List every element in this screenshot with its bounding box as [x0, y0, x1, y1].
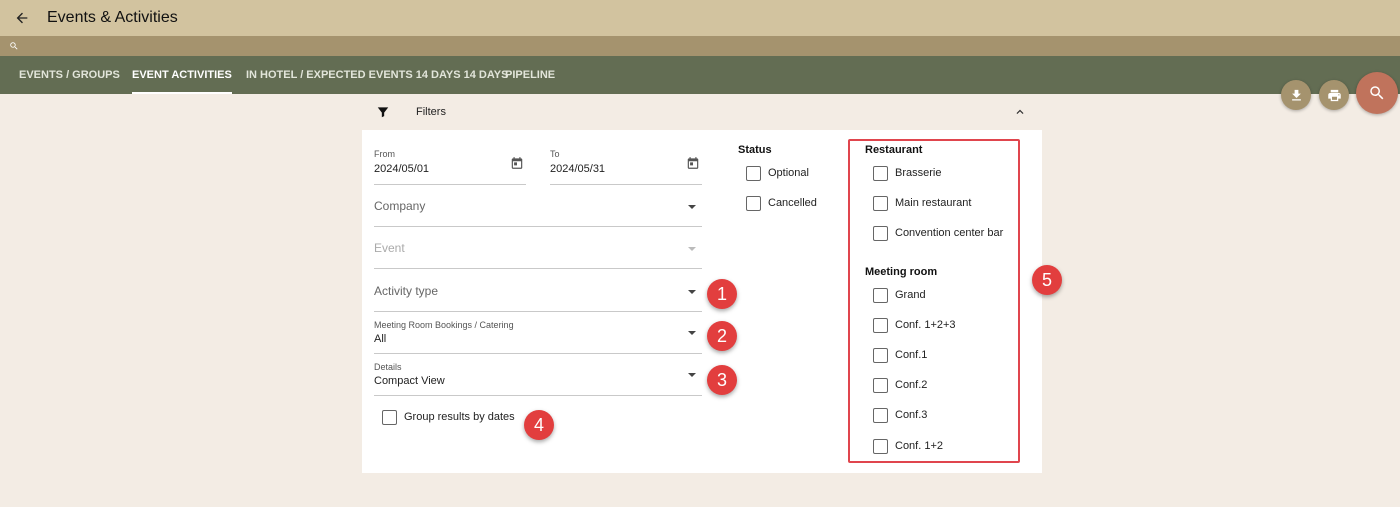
arrow-left-icon	[16, 12, 28, 24]
from-value: 2024/05/01	[374, 163, 430, 175]
optional-checkbox[interactable]	[746, 166, 761, 181]
filter-icon	[376, 105, 390, 119]
print-button[interactable]	[1319, 80, 1349, 110]
search-bar[interactable]	[0, 36, 1400, 56]
tab-in-hotel-expected-events[interactable]: IN HOTEL / EXPECTED EVENTS 14 DAYS 14 DA…	[246, 56, 508, 94]
callout-badge-4: 4	[524, 410, 554, 440]
status-heading: Status	[738, 144, 772, 156]
event-placeholder: Event	[374, 241, 405, 255]
details-value: Compact View	[374, 375, 445, 387]
company-select[interactable]: Company	[374, 190, 702, 227]
tab-event-activities[interactable]: EVENT ACTIVITIES	[132, 56, 232, 94]
tab-pipeline[interactable]: PIPELINE	[505, 56, 555, 94]
chevron-down-icon	[688, 331, 696, 335]
company-placeholder: Company	[374, 199, 426, 213]
callout-badge-2: 2	[707, 321, 737, 351]
filters-header[interactable]: Filters	[362, 96, 1042, 128]
print-icon	[1327, 89, 1341, 101]
callout-badge-3: 3	[707, 365, 737, 395]
tab-events-groups[interactable]: EVENTS / GROUPS	[19, 56, 120, 94]
filters-title: Filters	[416, 106, 446, 118]
from-label: From	[374, 149, 395, 159]
search-button[interactable]	[1356, 72, 1398, 114]
chevron-down-icon	[688, 205, 696, 209]
search-icon	[1370, 86, 1384, 100]
nav-tabs: EVENTS / GROUPS EVENT ACTIVITIES IN HOTE…	[0, 56, 1400, 94]
to-value: 2024/05/31	[550, 163, 606, 175]
to-date-field[interactable]: To 2024/05/31	[550, 146, 702, 185]
calendar-icon[interactable]	[686, 156, 700, 170]
from-date-field[interactable]: From 2024/05/01	[374, 146, 526, 185]
to-label: To	[550, 149, 560, 159]
download-button[interactable]	[1281, 80, 1311, 110]
callout-badge-5: 5	[1032, 265, 1062, 295]
chevron-down-icon	[688, 290, 696, 294]
activity-type-select[interactable]: Activity type	[374, 275, 702, 312]
calendar-icon[interactable]	[510, 156, 524, 170]
event-select[interactable]: Event	[374, 232, 702, 269]
search-icon[interactable]	[9, 41, 19, 51]
title-bar: Events & Activities	[0, 0, 1400, 36]
callout-badge-1: 1	[707, 279, 737, 309]
cancelled-label: Cancelled	[768, 197, 817, 209]
meeting-room-bookings-select[interactable]: Meeting Room Bookings / Catering All	[374, 317, 702, 354]
chevron-down-icon	[688, 373, 696, 377]
group-by-dates-checkbox[interactable]	[382, 410, 397, 425]
page-title: Events & Activities	[47, 9, 178, 26]
details-select[interactable]: Details Compact View	[374, 359, 702, 396]
back-button[interactable]	[10, 6, 34, 30]
download-icon	[1291, 89, 1301, 100]
cancelled-checkbox[interactable]	[746, 196, 761, 211]
chevron-down-icon	[688, 247, 696, 251]
group-by-dates-label: Group results by dates	[404, 411, 515, 423]
optional-label: Optional	[768, 167, 809, 179]
activity-type-placeholder: Activity type	[374, 284, 439, 298]
meeting-room-bookings-label: Meeting Room Bookings / Catering	[374, 320, 514, 330]
meeting-room-bookings-value: All	[374, 333, 387, 345]
chevron-up-icon[interactable]	[1013, 105, 1027, 119]
details-label: Details	[374, 362, 402, 372]
restaurant-meeting-room-highlight	[848, 139, 1020, 463]
